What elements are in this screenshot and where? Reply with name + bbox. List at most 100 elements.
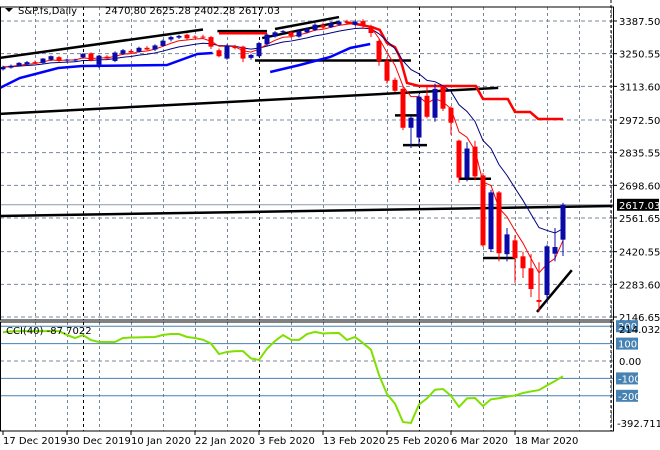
bullish-candle [0, 66, 6, 70]
bullish-candle [120, 50, 126, 54]
current-price-label: 2617.03 [619, 201, 660, 212]
date-tick-label: 13 Feb 2020 [323, 436, 385, 447]
bearish-candle [184, 34, 190, 39]
bearish-candle [240, 46, 246, 59]
bearish-candle [104, 56, 110, 59]
bullish-candle [152, 45, 158, 50]
cci-level-label: -200 [618, 392, 641, 403]
price-tick-label: 2698.60 [619, 181, 660, 192]
bearish-candle [344, 21, 350, 23]
price-tick-label: 3113.60 [619, 82, 660, 93]
chart-menu-triangle-icon[interactable] [5, 8, 13, 12]
bearish-candle [376, 40, 382, 61]
bearish-candle [88, 53, 94, 61]
bearish-candle [456, 140, 462, 178]
bullish-candle [112, 52, 118, 61]
cci-label: CCI(40) -87.7022 [6, 326, 92, 337]
bullish-candle [96, 55, 102, 65]
bullish-candle [24, 62, 30, 65]
bullish-candle [464, 148, 470, 178]
bullish-candle [304, 28, 310, 33]
bearish-candle [392, 79, 398, 91]
bullish-candle [64, 59, 70, 61]
date-tick-label: 18 Mar 2020 [515, 436, 578, 447]
bullish-candle [136, 47, 142, 52]
bearish-candle [216, 50, 222, 57]
symbol-timeframe: S&P.fs,Daily [18, 6, 77, 17]
price-tick-label: 2835.55 [619, 149, 660, 160]
bullish-candle [312, 24, 318, 30]
bearish-candle [208, 37, 214, 47]
bearish-candle [496, 192, 502, 254]
long-flat-line [0, 204, 613, 218]
bullish-candle [224, 45, 230, 59]
price-tick-label: 2972.50 [619, 116, 660, 127]
grid [0, 7, 613, 431]
bearish-candle [56, 57, 62, 61]
bullish-candle [416, 96, 422, 138]
candles [0, 19, 566, 312]
bullish-candle [248, 54, 254, 58]
bullish-candle [40, 58, 46, 63]
date-tick-label: 10 Jan 2020 [131, 436, 191, 447]
bearish-candle [144, 47, 150, 50]
date-tick-label: 30 Dec 2019 [67, 436, 131, 447]
bullish-candle [328, 23, 334, 28]
bullish-candle [8, 65, 14, 68]
cci-panel-border [0, 321, 614, 432]
bearish-candle [448, 107, 454, 123]
price-tick-label: 2561.65 [619, 214, 660, 225]
bullish-candle [280, 31, 286, 33]
bullish-candle [48, 56, 54, 60]
bearish-candle [200, 36, 206, 38]
bearish-candle [320, 25, 326, 28]
date-tick-label: 17 Dec 2019 [3, 436, 67, 447]
cci-zero-label: 0.00 [619, 357, 641, 368]
bearish-candle [400, 88, 406, 128]
bearish-candle [536, 299, 542, 302]
bearish-candle [128, 50, 134, 53]
chart-canvas[interactable]: CCI(40) -87.7022 3387.50 3250.55 3113.60 29… [0, 0, 660, 450]
bullish-candle [256, 43, 262, 57]
bearish-candle [424, 95, 430, 117]
bearish-candle [288, 32, 294, 36]
bearish-candle [512, 240, 518, 259]
bearish-candle [192, 36, 198, 38]
bullish-candle [544, 246, 550, 295]
cci-min-label: -392.7112 [617, 419, 660, 430]
cci-level-label: -100 [618, 374, 641, 385]
bullish-candle [352, 21, 358, 25]
bearish-candle [472, 146, 478, 177]
bullish-candle [560, 204, 566, 240]
bearish-candle [528, 268, 534, 290]
bullish-candle [72, 59, 78, 61]
bullish-candle [80, 53, 86, 58]
bearish-candle [520, 256, 526, 269]
bullish-candle [552, 247, 558, 254]
bullish-candle [160, 40, 166, 46]
bottom-trendline [536, 269, 573, 313]
bullish-candle [296, 31, 302, 37]
price-tick-label: 2283.60 [619, 280, 660, 291]
bullish-candle [504, 234, 510, 255]
bullish-candle [272, 32, 278, 37]
cci-panel: CCI(40) -87.7022 [0, 325, 613, 425]
date-tick-label: 3 Feb 2020 [259, 436, 315, 447]
bearish-candle [32, 62, 38, 64]
date-tick-label: 22 Jan 2020 [195, 436, 255, 447]
bearish-candle [232, 46, 238, 49]
bearish-candle [480, 175, 486, 246]
bearish-candle [368, 26, 374, 34]
bearish-candle [360, 21, 366, 27]
bullish-candle [336, 21, 342, 25]
price-tick-label: 3250.55 [619, 50, 660, 61]
bullish-candle [432, 88, 438, 118]
cci-line [2, 330, 564, 425]
price-tick-label: 2420.55 [619, 248, 660, 259]
ohlc-values: 2470.80 2625.28 2402.28 2617.03 [105, 6, 280, 17]
bullish-candle [408, 117, 414, 128]
bullish-candle [176, 35, 182, 38]
bullish-candle [264, 34, 270, 45]
date-tick-label: 25 Feb 2020 [387, 436, 449, 447]
bullish-candle [488, 192, 494, 250]
